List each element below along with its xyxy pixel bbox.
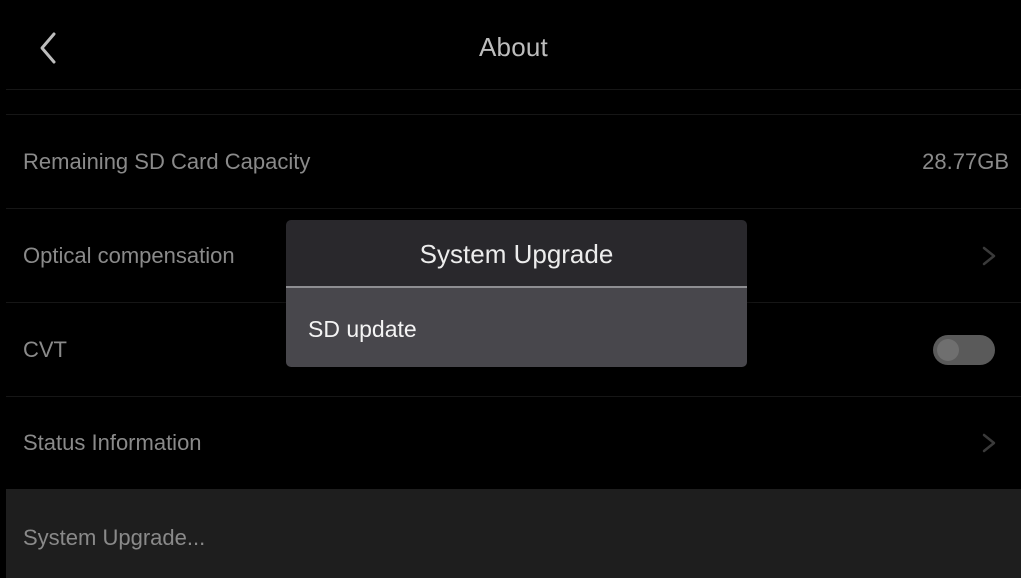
status-information-label: Status Information bbox=[23, 430, 202, 455]
sd-capacity-value: 28.77GB bbox=[922, 149, 1009, 174]
about-screen: About Remaining SD Card Capacity 28.77GB… bbox=[6, 6, 1021, 578]
status-information-row[interactable]: Status Information bbox=[6, 396, 1021, 490]
dialog-title: System Upgrade bbox=[419, 239, 614, 269]
page-title: About bbox=[479, 32, 548, 62]
sd-update-label: SD update bbox=[308, 316, 417, 342]
dialog-header: System Upgrade bbox=[286, 220, 747, 288]
cvt-label: CVT bbox=[23, 337, 67, 362]
sd-capacity-row: Remaining SD Card Capacity 28.77GB bbox=[6, 115, 1021, 209]
sd-capacity-label: Remaining SD Card Capacity bbox=[23, 149, 311, 174]
system-upgrade-label: System Upgrade... bbox=[23, 525, 206, 550]
optical-compensation-label: Optical compensation bbox=[23, 243, 235, 268]
system-upgrade-row[interactable]: System Upgrade... bbox=[6, 489, 1021, 578]
toggle-knob bbox=[937, 339, 959, 361]
chevron-right-icon bbox=[982, 246, 996, 266]
system-upgrade-dialog: System Upgrade SD update bbox=[286, 220, 747, 367]
top-bar: About bbox=[6, 6, 1021, 90]
spacer-row bbox=[6, 90, 1021, 115]
sd-update-option[interactable]: SD update bbox=[286, 288, 747, 367]
cvt-toggle[interactable] bbox=[933, 335, 995, 365]
chevron-right-icon bbox=[982, 433, 996, 453]
